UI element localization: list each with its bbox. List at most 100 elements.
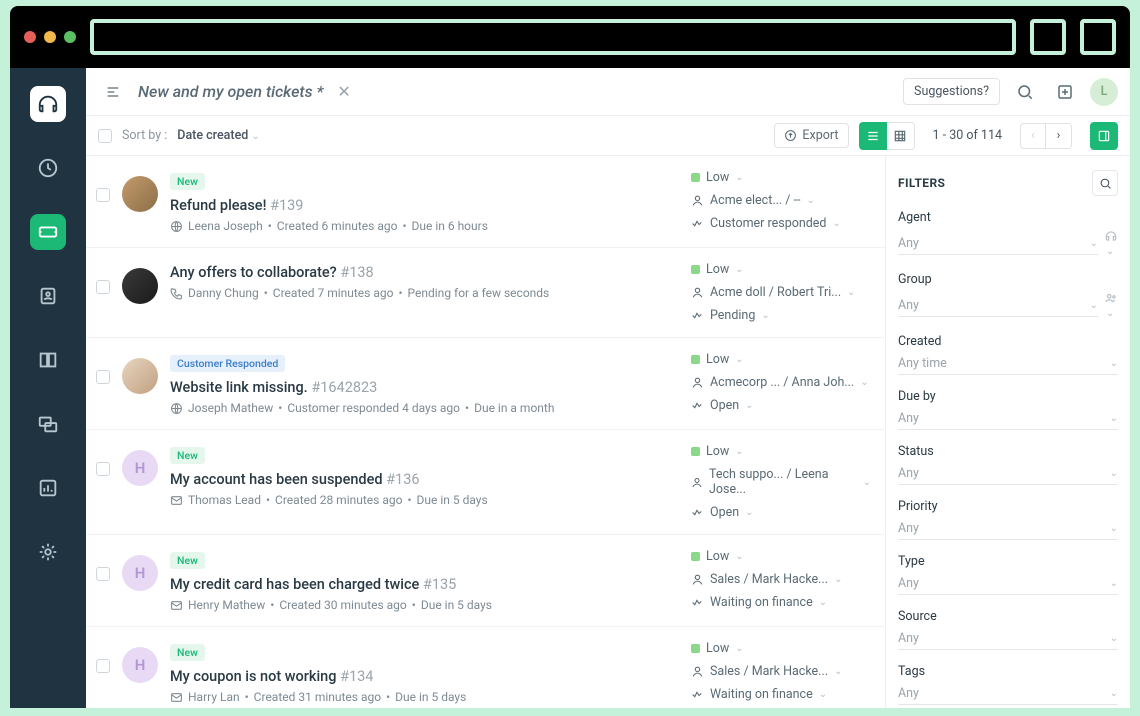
filter-select[interactable]: Any⌄ bbox=[898, 683, 1118, 705]
ticket-checkbox[interactable] bbox=[96, 188, 110, 202]
ticket-avatar bbox=[122, 176, 158, 212]
ticket-title[interactable]: Any offers to collaborate? #138 bbox=[170, 264, 374, 281]
app-shell: New and my open tickets * ✕ Suggestions?… bbox=[10, 68, 1130, 708]
ticket-assignee[interactable]: Acme elect... / -- ⌄ bbox=[691, 193, 871, 208]
filter-select[interactable]: Any⌄ bbox=[898, 463, 1118, 485]
filter-field: Agent Any⌄ ⌄ bbox=[898, 210, 1118, 258]
nav-admin-icon[interactable] bbox=[30, 534, 66, 570]
ticket-assignee[interactable]: Acmecorp ... / Anna Joh...⌄ bbox=[691, 375, 871, 390]
sort-by-label: Sort by : bbox=[122, 128, 167, 143]
ticket-meta-1: Created 31 minutes ago bbox=[254, 690, 381, 704]
ticket-avatar: H bbox=[122, 555, 158, 591]
select-all-checkbox[interactable] bbox=[98, 129, 112, 143]
ticket-status[interactable]: Open⌄ bbox=[691, 505, 871, 520]
ticket-status[interactable]: Waiting on finance⌄ bbox=[691, 595, 871, 610]
nav-tickets-icon[interactable] bbox=[30, 214, 66, 250]
ticket-checkbox[interactable] bbox=[96, 280, 110, 294]
nav-dashboard-icon[interactable] bbox=[30, 150, 66, 186]
nav-contacts-icon[interactable] bbox=[30, 278, 66, 314]
ticket-row[interactable]: H New My account has been suspended #136… bbox=[86, 430, 885, 535]
browser-button-1[interactable] bbox=[1030, 19, 1066, 55]
export-button[interactable]: Export bbox=[774, 123, 848, 148]
ticket-checkbox[interactable] bbox=[96, 659, 110, 673]
address-bar[interactable] bbox=[90, 19, 1016, 55]
filter-select[interactable]: Any time⌄ bbox=[898, 353, 1118, 375]
ticket-priority[interactable]: Low⌄ bbox=[691, 549, 871, 564]
suggestions-button[interactable]: Suggestions? bbox=[903, 78, 1000, 105]
ticket-id: #139 bbox=[270, 197, 303, 214]
search-icon[interactable] bbox=[1010, 77, 1040, 107]
priority-dot-icon bbox=[691, 552, 700, 561]
ticket-status[interactable]: Pending⌄ bbox=[691, 308, 871, 323]
ticket-status[interactable]: Open⌄ bbox=[691, 398, 871, 413]
filter-label: Due by bbox=[898, 389, 1118, 404]
ticket-contact: Leena Joseph bbox=[188, 219, 263, 233]
filter-label: Status bbox=[898, 444, 1118, 459]
filter-side-icon[interactable]: ⌄ bbox=[1104, 229, 1118, 258]
minimize-window-icon[interactable] bbox=[44, 31, 56, 43]
close-view-icon[interactable]: ✕ bbox=[337, 82, 350, 101]
filter-label: Agent bbox=[898, 210, 1118, 225]
filter-select[interactable]: Any⌄ bbox=[898, 408, 1118, 430]
ticket-priority[interactable]: Low⌄ bbox=[691, 641, 871, 656]
ticket-badge: New bbox=[170, 173, 205, 190]
ticket-assignee[interactable]: Sales / Mark Hacke...⌄ bbox=[691, 664, 871, 679]
ticket-row[interactable]: Any offers to collaborate? #138 Danny Ch… bbox=[86, 248, 885, 338]
ticket-assignee[interactable]: Tech suppo... / Leena Jose...⌄ bbox=[691, 467, 871, 497]
filter-label: Group bbox=[898, 272, 1118, 287]
user-avatar[interactable]: L bbox=[1090, 78, 1118, 106]
ticket-title[interactable]: My coupon is not working #134 bbox=[170, 668, 373, 685]
ticket-badge: New bbox=[170, 644, 205, 661]
maximize-window-icon[interactable] bbox=[64, 31, 76, 43]
ticket-row[interactable]: H New My credit card has been charged tw… bbox=[86, 535, 885, 627]
ticket-priority[interactable]: Low⌄ bbox=[691, 262, 871, 277]
menu-toggle-icon[interactable] bbox=[98, 77, 128, 107]
sort-value[interactable]: Date created ⌄ bbox=[177, 128, 260, 143]
filter-search-icon[interactable] bbox=[1092, 170, 1118, 196]
ticket-checkbox[interactable] bbox=[96, 462, 110, 476]
ticket-meta-2: Due in 5 days bbox=[417, 493, 488, 507]
ticket-title[interactable]: My account has been suspended #136 bbox=[170, 471, 420, 488]
nav-reports-icon[interactable] bbox=[30, 470, 66, 506]
prev-page-button[interactable]: ‹ bbox=[1020, 123, 1046, 149]
ticket-priority[interactable]: Low⌄ bbox=[691, 170, 871, 185]
view-switch bbox=[859, 122, 915, 150]
ticket-status[interactable]: Customer responded⌄ bbox=[691, 216, 871, 231]
filter-select[interactable]: Any⌄ bbox=[898, 573, 1118, 595]
table-view-button[interactable] bbox=[887, 122, 915, 150]
filter-side-icon[interactable]: ⌄ bbox=[1104, 291, 1118, 320]
ticket-title[interactable]: My credit card has been charged twice #1… bbox=[170, 576, 456, 593]
filter-select[interactable]: Any⌄ bbox=[898, 628, 1118, 650]
pagination-nav: ‹ › bbox=[1020, 123, 1072, 149]
browser-button-2[interactable] bbox=[1080, 19, 1116, 55]
ticket-assignee[interactable]: Acme doll / Robert Tri...⌄ bbox=[691, 285, 871, 300]
ticket-assignee[interactable]: Sales / Mark Hacke...⌄ bbox=[691, 572, 871, 587]
ticket-priority[interactable]: Low⌄ bbox=[691, 352, 871, 367]
ticket-title[interactable]: Refund please! #139 bbox=[170, 197, 303, 214]
filter-select[interactable]: Any⌄ bbox=[898, 518, 1118, 540]
filters-panel: FILTERS Agent Any⌄⌄ Group Any⌄⌄ Created … bbox=[885, 156, 1130, 708]
filter-label: Priority bbox=[898, 499, 1118, 514]
filter-panel-toggle[interactable] bbox=[1090, 122, 1118, 150]
ticket-status[interactable]: Waiting on finance⌄ bbox=[691, 687, 871, 702]
ticket-checkbox[interactable] bbox=[96, 567, 110, 581]
nav-forums-icon[interactable] bbox=[30, 406, 66, 442]
nav-home-icon[interactable] bbox=[30, 86, 66, 122]
nav-solutions-icon[interactable] bbox=[30, 342, 66, 378]
ticket-priority[interactable]: Low⌄ bbox=[691, 444, 871, 459]
next-page-button[interactable]: › bbox=[1046, 123, 1072, 149]
ticket-meta-2: Due in 5 days bbox=[421, 598, 492, 612]
filter-select[interactable]: Any⌄ bbox=[898, 233, 1098, 255]
card-view-button[interactable] bbox=[859, 122, 887, 150]
ticket-row[interactable]: Customer Responded Website link missing.… bbox=[86, 338, 885, 430]
ticket-avatar bbox=[122, 268, 158, 304]
new-ticket-icon[interactable] bbox=[1050, 77, 1080, 107]
ticket-row[interactable]: New Refund please! #139 Leena Joseph•Cre… bbox=[86, 156, 885, 248]
content-area: New Refund please! #139 Leena Joseph•Cre… bbox=[86, 156, 1130, 708]
ticket-row[interactable]: H New My coupon is not working #134 Harr… bbox=[86, 627, 885, 708]
ticket-title[interactable]: Website link missing. #1642823 bbox=[170, 379, 377, 396]
close-window-icon[interactable] bbox=[24, 31, 36, 43]
filter-field: Source Any⌄ bbox=[898, 609, 1118, 650]
ticket-checkbox[interactable] bbox=[96, 370, 110, 384]
filter-select[interactable]: Any⌄ bbox=[898, 295, 1098, 317]
